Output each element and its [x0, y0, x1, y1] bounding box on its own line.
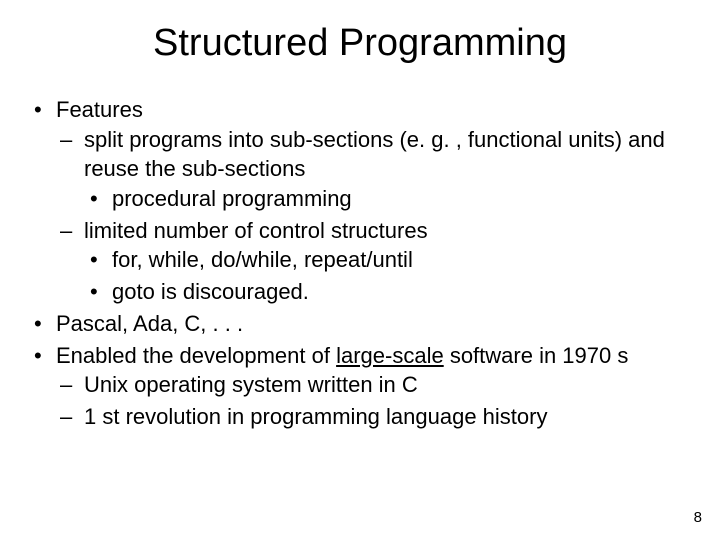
bullet-list: Features split programs into sub-section…: [30, 95, 696, 432]
list-item: goto is discouraged.: [84, 277, 696, 307]
text-fragment: Enabled the development of: [56, 343, 336, 368]
bullet-text: 1 st revolution in programming language …: [84, 404, 547, 429]
bullet-text: Features: [56, 97, 143, 122]
list-item: Enabled the development of large-scale s…: [30, 341, 696, 432]
bullet-text: Enabled the development of large-scale s…: [56, 343, 628, 368]
slide-title: Structured Programming: [0, 0, 720, 75]
text-fragment: software in 1970 s: [444, 343, 629, 368]
bullet-text: split programs into sub-sections (e. g. …: [84, 127, 665, 182]
list-item: 1 st revolution in programming language …: [56, 402, 696, 432]
bullet-text: limited number of control structures: [84, 218, 428, 243]
list-item: Features split programs into sub-section…: [30, 95, 696, 307]
page-number: 8: [694, 509, 702, 526]
bullet-text: goto is discouraged.: [112, 279, 309, 304]
slide-content: Features split programs into sub-section…: [0, 75, 720, 432]
list-item: limited number of control structures for…: [56, 216, 696, 307]
list-item: procedural programming: [84, 184, 696, 214]
list-item: Unix operating system written in C: [56, 370, 696, 400]
bullet-text: procedural programming: [112, 186, 352, 211]
list-item: split programs into sub-sections (e. g. …: [56, 125, 696, 214]
bullet-text: for, while, do/while, repeat/until: [112, 247, 413, 272]
bullet-text: Pascal, Ada, C, . . .: [56, 311, 243, 336]
list-item: for, while, do/while, repeat/until: [84, 245, 696, 275]
bullet-text: Unix operating system written in C: [84, 372, 418, 397]
list-item: Pascal, Ada, C, . . .: [30, 309, 696, 339]
slide: Structured Programming Features split pr…: [0, 0, 720, 540]
underlined-text: large-scale: [336, 343, 444, 368]
